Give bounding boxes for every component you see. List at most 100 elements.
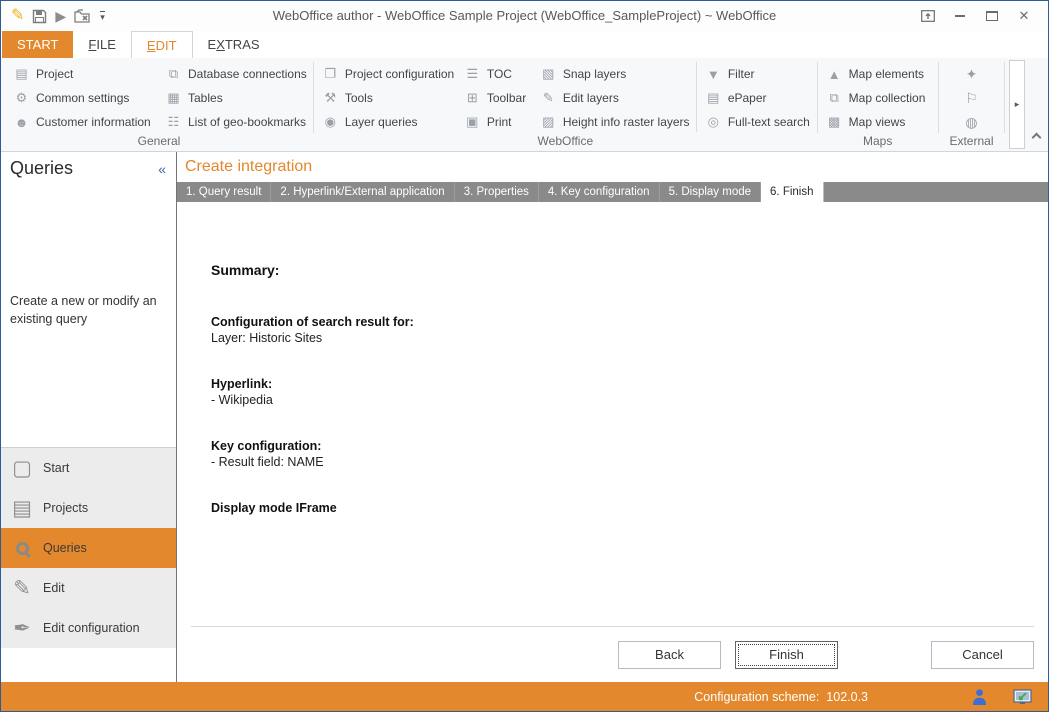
tab-edit[interactable]: E DIT [130, 31, 193, 58]
sidebar-item-edit-configuration[interactable]: ✒ Edit configuration [1, 608, 176, 648]
project-configuration-icon: ❐ [324, 66, 337, 81]
ribbon-item-full-text-search[interactable]: ◎ Full-text search [701, 110, 813, 134]
wizard-page-finish: Summary: Configuration of search result … [177, 202, 1048, 626]
app-window: ✎ ▶ ▾ WebOffice author - WebOffice Sampl… [0, 0, 1049, 712]
finish-button[interactable]: Finish [735, 640, 838, 669]
ribbon-group-external: ✦ ⚐ ◍ External [942, 60, 1000, 151]
tab-extras[interactable]: E X TRAS [193, 31, 275, 58]
ribbon-item-layer-queries[interactable]: ◉ Layer queries [318, 110, 460, 134]
tab-file[interactable]: F ILE [73, 31, 130, 58]
ribbon-item-height-info-raster-layers[interactable]: ▨ Height info raster layers [536, 110, 692, 134]
epaper-icon: ▤ [707, 90, 720, 105]
save-icon[interactable] [32, 9, 47, 24]
customer-information-icon: ☻ [14, 114, 29, 130]
sidebar-nav: ▢ Start ▤ Projects Queries ✎ Edit ✒ Edit con… [1, 447, 176, 648]
cancel-button[interactable]: Cancel [931, 640, 1034, 669]
geo-bookmarks-icon: ☷ [167, 114, 180, 129]
ribbon-group-maps: ▲ Map elements ⧉ Map collection ▩ Map views… [822, 60, 934, 151]
toc-icon: ☰ [466, 66, 479, 81]
ribbon-item-edit-layers[interactable]: ✎ Edit layers [536, 86, 692, 110]
ribbon: ▤ Project ⚙ Common settings ☻ Customer info… [1, 58, 1048, 152]
sidebar-item-queries[interactable]: Queries [1, 528, 176, 568]
ribbon-separator [313, 62, 314, 133]
user-icon[interactable] [972, 688, 987, 705]
pin-icon: ✦ [965, 65, 978, 82]
layer-queries-icon: ◉ [324, 114, 336, 129]
summary-section: Configuration of search result for: Laye… [211, 315, 414, 345]
ribbon-item-common-settings[interactable]: ⚙ Common settings [9, 86, 161, 110]
ribbon-group-weboffice: ❐ Project configuration ⚒ Tools ◉ Layer que… [318, 60, 813, 151]
edit-pencil-icon[interactable]: ✎ [11, 8, 24, 24]
height-info-raster-layers-icon: ▨ [542, 114, 555, 129]
sidebar: Queries « Create a new or modify an exis… [1, 152, 177, 682]
ribbon-item-tables[interactable]: ▦ Tables [161, 86, 309, 110]
wizard-tab-properties[interactable]: 3. Properties [455, 182, 539, 202]
toolbar-icon: ⊞ [466, 90, 478, 105]
ribbon-item-epaper[interactable]: ▤ ePaper [701, 86, 813, 110]
wizard-tab-display-mode[interactable]: 5. Display mode [660, 182, 762, 202]
ribbon-item-toc[interactable]: ☰ TOC [460, 62, 536, 86]
summary-title: Summary: [211, 262, 280, 278]
ribbon-item-map-views[interactable]: ▩ Map views [822, 110, 934, 134]
ribbon-item-customer-information[interactable]: ☻ Customer information [9, 110, 161, 134]
summary-section: Hyperlink: - Wikipedia [211, 377, 273, 407]
ribbon-item-tools[interactable]: ⚒ Tools [318, 86, 460, 110]
close-project-folder-icon[interactable] [74, 9, 92, 23]
window-controls: ✕ [912, 5, 1048, 27]
wizard-footer: Back Finish Cancel [191, 626, 1034, 682]
maximize-icon[interactable] [976, 5, 1008, 27]
title-bar: ✎ ▶ ▾ WebOffice author - WebOffice Sampl… [1, 1, 1048, 31]
map-views-icon: ▩ [828, 114, 841, 129]
summary-section: Display mode IFrame [211, 501, 337, 515]
close-icon[interactable]: ✕ [1008, 5, 1040, 27]
map-marker-icon: ⚐ [965, 89, 978, 106]
magnifier-icon [1, 538, 43, 559]
ribbon-group-label-maps: Maps [862, 134, 893, 148]
wizard-tab-hyperlink[interactable]: 2. Hyperlink/External application [271, 182, 455, 202]
ribbon-item-map-elements[interactable]: ▲ Map elements [822, 62, 934, 86]
ribbon-popup-icon[interactable] [912, 5, 944, 27]
back-button[interactable]: Back [618, 640, 721, 669]
ribbon-item-snap-layers[interactable]: ▧ Snap layers [536, 62, 692, 86]
summary-block: Summary: Configuration of search result … [177, 202, 1048, 516]
ribbon-item-project[interactable]: ▤ Project [9, 62, 161, 86]
wizard-tab-bar: 1. Query result 2. Hyperlink/External ap… [177, 182, 1048, 202]
ribbon-item-database-search[interactable]: ◍ [942, 110, 1000, 134]
ribbon-collapse-button[interactable] [1025, 60, 1048, 151]
edit-configuration-icon: ✒ [13, 616, 31, 640]
projects-icon: ▤ [12, 496, 32, 520]
monitor-connection-icon[interactable] [1013, 688, 1032, 705]
ribbon-separator [816, 62, 818, 133]
run-icon[interactable]: ▶ [55, 9, 66, 23]
ribbon-item-database-connections[interactable]: ⧉ Database connections [161, 62, 309, 86]
wizard-tab-key-configuration[interactable]: 4. Key configuration [539, 182, 660, 202]
ribbon-item-map-marker[interactable]: ⚐ [942, 86, 1000, 110]
minimize-icon[interactable] [944, 5, 976, 27]
ribbon-item-pin[interactable]: ✦ [942, 62, 1000, 86]
ribbon-item-toolbar[interactable]: ⊞ Toolbar [460, 86, 536, 110]
snap-layers-icon: ▧ [542, 66, 555, 81]
ribbon-item-print[interactable]: ▣ Print [460, 110, 536, 134]
qat-customize-dropdown-icon[interactable]: ▾ [100, 11, 105, 22]
ribbon-scroll-right-button[interactable]: ▸ [1009, 60, 1025, 149]
sidebar-item-projects[interactable]: ▤ Projects [1, 488, 176, 528]
sidebar-item-start[interactable]: ▢ Start [1, 448, 176, 488]
ribbon-group-label-weboffice: WebOffice [537, 134, 594, 148]
ribbon-item-filter[interactable]: ▼ Filter [701, 62, 813, 86]
ribbon-item-map-collection[interactable]: ⧉ Map collection [822, 86, 934, 110]
ribbon-item-geo-bookmarks[interactable]: ☷ List of geo-bookmarks [161, 110, 309, 134]
ribbon-separator [695, 62, 697, 132]
filter-icon: ▼ [706, 66, 720, 82]
sidebar-collapse-button[interactable]: « [158, 161, 166, 177]
wizard-tab-finish[interactable]: 6. Finish [761, 182, 824, 202]
window-title: WebOffice author - WebOffice Sample Proj… [272, 8, 777, 23]
sidebar-item-edit[interactable]: ✎ Edit [1, 568, 176, 608]
ribbon-group-label-external: External [949, 134, 994, 148]
print-icon: ▣ [466, 114, 479, 129]
ribbon-group-general: ▤ Project ⚙ Common settings ☻ Customer info… [9, 60, 309, 151]
tab-start[interactable]: START [2, 31, 74, 58]
wizard-tab-query-result[interactable]: 1. Query result [177, 182, 272, 202]
database-search-icon: ◍ [965, 113, 978, 130]
tables-icon: ▦ [167, 90, 180, 105]
ribbon-item-project-configuration[interactable]: ❐ Project configuration [318, 62, 460, 86]
